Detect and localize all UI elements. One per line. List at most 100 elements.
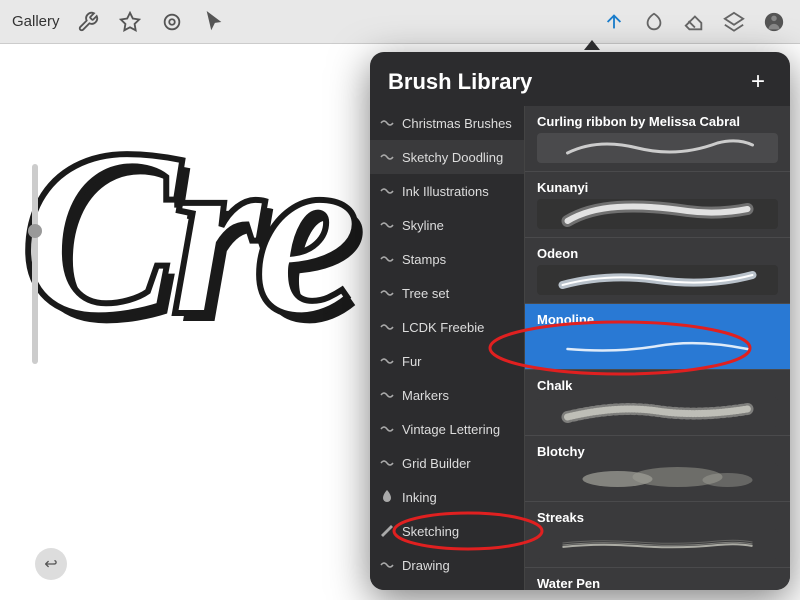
add-brush-button[interactable]: + (744, 68, 772, 96)
brush-name: Odeon (537, 246, 778, 261)
brush-preview (537, 463, 778, 493)
brush-item[interactable]: Monoline (525, 304, 790, 370)
brush-panel: Brush Library + Christmas Brushes Sketchy… (370, 52, 790, 590)
category-item[interactable]: Skyline (370, 208, 524, 242)
category-icon (378, 250, 396, 268)
brush-preview (537, 133, 778, 163)
category-item[interactable]: Ink Illustrations (370, 174, 524, 208)
category-item[interactable]: Drawing (370, 548, 524, 582)
panel-body: Christmas Brushes Sketchy Doodling Ink Ill… (370, 106, 790, 590)
smear-icon[interactable] (640, 8, 668, 36)
panel-title: Brush Library (388, 69, 532, 95)
category-icon (378, 352, 396, 370)
category-label: Skyline (402, 218, 444, 233)
category-label: Ink Illustrations (402, 184, 489, 199)
brush-preview (537, 265, 778, 295)
brush-preview (537, 529, 778, 559)
category-item[interactable]: Tree set (370, 276, 524, 310)
category-item[interactable]: Inking (370, 480, 524, 514)
brush-info: Kunanyi (537, 180, 778, 229)
category-icon (378, 386, 396, 404)
category-label: Fur (402, 354, 422, 369)
brush-preview (537, 331, 778, 361)
cursor-icon[interactable] (200, 8, 228, 36)
category-icon (378, 148, 396, 166)
layers-icon[interactable] (720, 8, 748, 36)
category-item[interactable]: Vintage Lettering (370, 412, 524, 446)
category-label: Tree set (402, 286, 449, 301)
brush-item[interactable]: Water Pen (525, 568, 790, 590)
brush-item[interactable]: Blotchy (525, 436, 790, 502)
brush-name: Blotchy (537, 444, 778, 459)
category-icon (378, 522, 396, 540)
category-item[interactable]: LCDK Freebie (370, 310, 524, 344)
category-label: Sketchy Doodling (402, 150, 503, 165)
gallery-label[interactable]: Gallery (12, 13, 60, 30)
brush-name: Streaks (537, 510, 778, 525)
undo-redo-buttons: ↩ (35, 548, 67, 580)
category-icon (378, 420, 396, 438)
category-icon (378, 454, 396, 472)
brush-info: Curling ribbon by Melissa Cabral (537, 114, 778, 163)
brush-info: Odeon (537, 246, 778, 295)
wrench-icon[interactable] (74, 8, 102, 36)
smudge-icon[interactable] (158, 8, 186, 36)
brush-name: Curling ribbon by Melissa Cabral (537, 114, 778, 129)
panel-arrow (584, 40, 600, 50)
category-list: Christmas Brushes Sketchy Doodling Ink Ill… (370, 106, 525, 590)
category-icon (378, 182, 396, 200)
brush-preview (537, 199, 778, 229)
category-icon (378, 114, 396, 132)
brush-item[interactable]: Streaks (525, 502, 790, 568)
category-icon (378, 488, 396, 506)
brush-item[interactable]: Odeon (525, 238, 790, 304)
brush-info: Chalk (537, 378, 778, 427)
category-label: Inking (402, 490, 437, 505)
toolbar-right (600, 8, 788, 36)
brush-name: Chalk (537, 378, 778, 393)
avatar-icon[interactable] (760, 8, 788, 36)
category-item[interactable]: Fur (370, 344, 524, 378)
category-icon (378, 216, 396, 234)
category-icon (378, 556, 396, 574)
brush-size-thumb[interactable] (28, 224, 42, 238)
brush-size-track (32, 164, 38, 364)
category-icon (378, 318, 396, 336)
category-label: Drawing (402, 558, 450, 573)
brush-list: Curling ribbon by Melissa Cabral Kunanyi O… (525, 106, 790, 590)
brush-item[interactable]: Chalk (525, 370, 790, 436)
category-item[interactable]: Grid Builder (370, 446, 524, 480)
category-item[interactable]: Sketching (370, 514, 524, 548)
brush-info: Monoline (537, 312, 778, 361)
toolbar-left: Gallery (12, 8, 228, 36)
brush-name: Water Pen (537, 576, 778, 590)
brush-info: Water Pen (537, 576, 778, 590)
brush-preview (537, 397, 778, 427)
category-item[interactable]: aCalligraphy (370, 582, 524, 590)
eraser-icon[interactable] (680, 8, 708, 36)
pen-tool-icon[interactable] (600, 8, 628, 36)
panel-header: Brush Library + (370, 52, 790, 106)
category-label: Grid Builder (402, 456, 471, 471)
brush-item[interactable]: Curling ribbon by Melissa Cabral (525, 106, 790, 172)
brush-name: Monoline (537, 312, 778, 327)
category-label: LCDK Freebie (402, 320, 484, 335)
category-item[interactable]: Christmas Brushes (370, 106, 524, 140)
toolbar: Gallery (0, 0, 800, 44)
undo-button[interactable]: ↩ (35, 548, 67, 580)
category-label: Christmas Brushes (402, 116, 512, 131)
brush-name: Kunanyi (537, 180, 778, 195)
category-item[interactable]: Markers (370, 378, 524, 412)
category-label: Stamps (402, 252, 446, 267)
canvas-lettering: Cre (20, 94, 350, 370)
category-item[interactable]: Stamps (370, 242, 524, 276)
magic-icon[interactable] (116, 8, 144, 36)
category-label: Vintage Lettering (402, 422, 500, 437)
category-label: Markers (402, 388, 449, 403)
brush-info: Blotchy (537, 444, 778, 493)
brush-item[interactable]: Kunanyi (525, 172, 790, 238)
category-label: Sketching (402, 524, 459, 539)
category-item[interactable]: Sketchy Doodling (370, 140, 524, 174)
category-icon (378, 284, 396, 302)
brush-info: Streaks (537, 510, 778, 559)
